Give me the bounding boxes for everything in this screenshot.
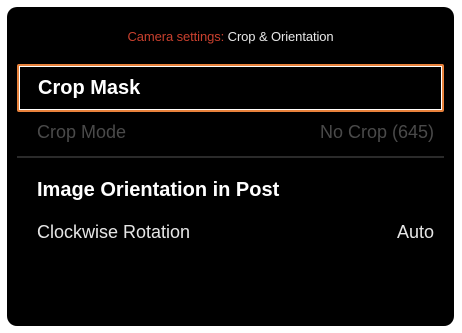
clockwise-rotation-label: Clockwise Rotation	[37, 221, 191, 242]
camera-settings-screen: Camera settings: Crop & Orientation Crop…	[7, 7, 454, 326]
crop-mode-label: Crop Mode	[37, 121, 127, 142]
crop-mask-label: Crop Mask	[38, 76, 141, 99]
crop-mode-value: No Crop (645)	[319, 121, 434, 142]
crop-mask-item[interactable]: Crop Mask	[17, 64, 444, 112]
header-prefix: Camera settings:	[127, 29, 225, 44]
crop-mode-row[interactable]: Crop Mode No Crop (645)	[17, 119, 444, 145]
header-title: Crop & Orientation	[227, 29, 334, 44]
orientation-heading-label: Image Orientation in Post	[37, 178, 280, 201]
clockwise-rotation-value: Auto	[396, 221, 434, 242]
section-divider	[17, 156, 444, 158]
clockwise-rotation-row[interactable]: Clockwise Rotation Auto	[17, 219, 444, 245]
orientation-section-heading: Image Orientation in Post	[17, 175, 444, 205]
header: Camera settings: Crop & Orientation	[7, 29, 454, 44]
